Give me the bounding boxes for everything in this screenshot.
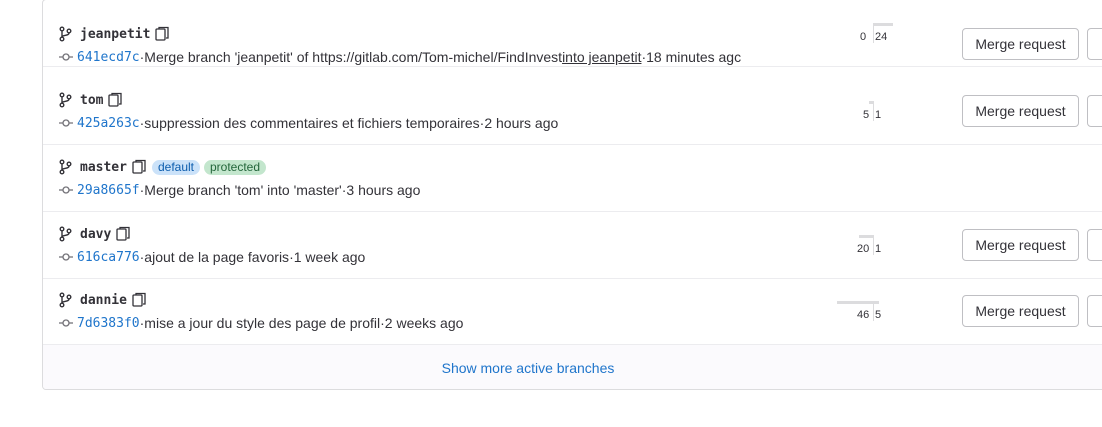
panel-footer: Show more active branches xyxy=(43,345,1102,389)
commit-icon xyxy=(59,53,73,61)
divergence-separator xyxy=(873,301,874,321)
commit-icon xyxy=(59,186,73,194)
commit-sha-link[interactable]: 425a263c xyxy=(77,116,140,131)
divergence-separator xyxy=(873,101,874,121)
branch-row-master: master default protected 29a8665f · Merg… xyxy=(43,145,1102,212)
branch-title-line: dannie xyxy=(59,290,146,310)
commit-message-link[interactable]: into jeanpetit xyxy=(562,49,641,65)
ahead-count: 1 xyxy=(875,243,882,255)
behind-bar xyxy=(859,235,873,238)
branch-name[interactable]: dannie xyxy=(80,293,127,308)
ahead-bar xyxy=(874,23,893,26)
branch-icon xyxy=(59,292,72,308)
behind-count: 20 xyxy=(857,243,870,255)
commit-line: 425a263c · suppression des commentaires … xyxy=(59,113,558,133)
divergence-graph: 5 1 xyxy=(845,101,905,125)
merge-request-button[interactable]: Merge request xyxy=(962,229,1079,261)
default-badge: default xyxy=(151,159,200,175)
branch-title-line: davy xyxy=(59,224,130,244)
branch-icon xyxy=(59,26,72,42)
commit-message: suppression des commentaires et fichiers… xyxy=(144,115,480,131)
merge-request-button[interactable]: Merge request xyxy=(962,95,1079,127)
merge-request-button[interactable]: Merge request xyxy=(962,28,1079,60)
copy-icon[interactable] xyxy=(155,26,170,42)
divergence-graph: 46 5 xyxy=(835,301,895,325)
ahead-count: 24 xyxy=(875,31,888,43)
divergence-graph: 0 24 xyxy=(845,23,905,47)
commit-sha-link[interactable]: 641ecd7c xyxy=(77,50,140,65)
commit-sha-link[interactable]: 7d6383f0 xyxy=(77,316,140,331)
copy-icon[interactable] xyxy=(116,226,130,242)
commit-message: ajout de la page favoris xyxy=(144,249,290,265)
commit-message: mise a jour du style des page de profil xyxy=(144,315,381,331)
behind-count: 0 xyxy=(860,31,867,43)
commit-icon xyxy=(59,319,73,327)
divergence-separator xyxy=(873,23,874,43)
commit-line: 641ecd7c · Merge branch 'jeanpetit' of h… xyxy=(59,47,741,67)
commit-line: 616ca776 · ajout de la page favoris · 1 … xyxy=(59,247,365,267)
more-actions-button[interactable] xyxy=(1087,28,1102,60)
commit-icon xyxy=(59,119,73,127)
branch-title-line: jeanpetit xyxy=(59,24,170,44)
commit-sha-link[interactable]: 616ca776 xyxy=(77,250,140,265)
commit-icon xyxy=(59,253,73,261)
more-actions-button[interactable] xyxy=(1087,229,1102,261)
commit-message: Merge branch 'tom' into 'master' xyxy=(144,182,342,198)
more-actions-button[interactable] xyxy=(1087,95,1102,127)
commit-time: 18 minutes agc xyxy=(646,49,742,65)
branch-icon xyxy=(59,226,72,242)
branch-title-line: master default protected xyxy=(59,157,267,177)
behind-bar xyxy=(837,301,873,304)
divergence-graph: 20 1 xyxy=(845,235,905,259)
behind-count: 46 xyxy=(857,309,870,321)
ahead-bar xyxy=(874,301,879,304)
branch-icon xyxy=(59,92,72,108)
protected-badge: protected xyxy=(204,159,267,175)
commit-time: 3 hours ago xyxy=(346,182,421,198)
merge-request-button[interactable]: Merge request xyxy=(962,295,1079,327)
branch-title-line: tom xyxy=(59,90,123,110)
commit-sha-link[interactable]: 29a8665f xyxy=(77,183,140,198)
show-more-branches-link[interactable]: Show more active branches xyxy=(442,360,615,376)
commit-message: Merge branch 'jeanpetit' of https://gitl… xyxy=(144,49,563,65)
branch-row-jeanpetit: jeanpetit 641ecd7c · Merge branch 'jeanp… xyxy=(43,0,1102,67)
branch-name[interactable]: tom xyxy=(80,93,103,108)
commit-time: 2 hours ago xyxy=(484,115,559,131)
active-branches-panel: jeanpetit 641ecd7c · Merge branch 'jeanp… xyxy=(42,0,1102,390)
divergence-separator xyxy=(873,235,874,255)
branch-name[interactable]: master xyxy=(80,160,127,175)
branch-row-tom: tom 425a263c · suppression des commentai… xyxy=(43,78,1102,145)
copy-icon[interactable] xyxy=(132,159,146,175)
copy-icon[interactable] xyxy=(108,92,123,108)
branch-row-davy: davy 616ca776 · ajout de la page favoris… xyxy=(43,212,1102,279)
behind-count: 5 xyxy=(863,109,870,121)
copy-icon[interactable] xyxy=(132,292,146,308)
branch-icon xyxy=(59,159,72,175)
commit-line: 29a8665f · Merge branch 'tom' into 'mast… xyxy=(59,180,420,200)
branch-name[interactable]: davy xyxy=(80,227,111,242)
ahead-count: 5 xyxy=(875,309,882,321)
commit-line: 7d6383f0 · mise a jour du style des page… xyxy=(59,313,463,333)
commit-time: 1 week ago xyxy=(293,249,366,265)
ahead-count: 1 xyxy=(875,109,882,121)
branch-name[interactable]: jeanpetit xyxy=(80,27,150,42)
more-actions-button[interactable] xyxy=(1087,295,1102,327)
branch-row-dannie: dannie 7d6383f0 · mise a jour du style d… xyxy=(43,278,1102,345)
commit-time: 2 weeks ago xyxy=(384,315,464,331)
